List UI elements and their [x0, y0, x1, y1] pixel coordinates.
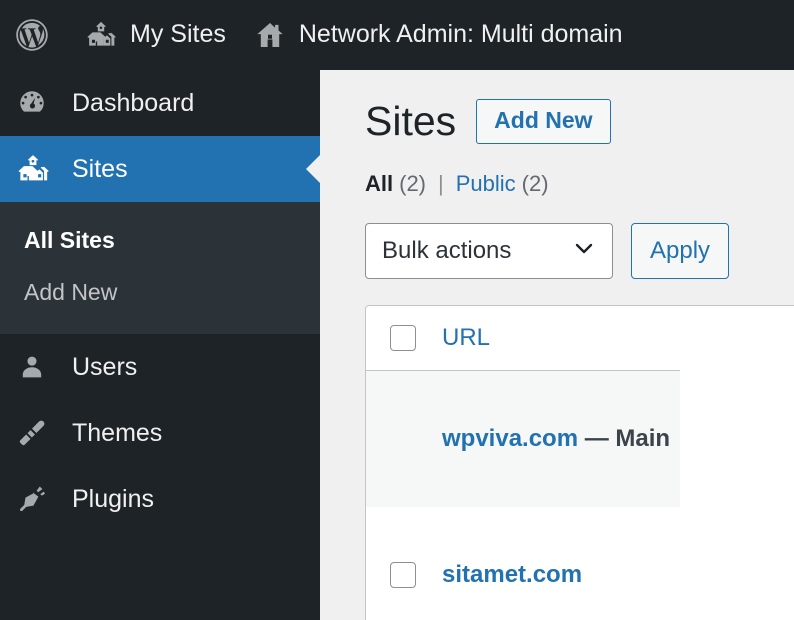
themes-brush-icon — [16, 417, 60, 449]
table-row: wpviva.com — Main — [366, 371, 681, 508]
row-checkbox[interactable] — [390, 562, 416, 589]
filter-public-link[interactable]: Public — [456, 171, 516, 197]
sidebar-item-dashboard[interactable]: Dashboard — [0, 70, 320, 136]
bulk-actions-select[interactable]: Bulk actions — [365, 223, 613, 280]
table-navigation: Bulk actions Apply — [365, 223, 794, 280]
table-header-row: URL — [366, 306, 681, 372]
sidebar-item-sites[interactable]: Sites — [0, 136, 320, 202]
sidebar-item-themes[interactable]: Themes — [0, 400, 320, 466]
main-content: Sites Add New All (2) | Public (2) Bulk … — [320, 70, 794, 620]
filter-links: All (2) | Public (2) — [365, 171, 794, 197]
wordpress-logo-button[interactable] — [0, 0, 71, 70]
bulk-actions-value: Bulk actions — [382, 237, 512, 265]
row-checkbox-cell — [366, 371, 442, 508]
network-admin-label: Network Admin: Multi domain — [298, 19, 623, 48]
filter-separator: | — [438, 171, 444, 197]
column-header-url-cell: URL — [442, 306, 681, 372]
submenu-item-all-sites[interactable]: All Sites — [0, 214, 320, 266]
filter-all-count: (2) — [399, 171, 427, 197]
filter-all-link[interactable]: All — [365, 171, 393, 197]
sidebar-item-label: Dashboard — [72, 88, 195, 117]
site-note: — Main — [584, 425, 671, 453]
home-icon — [254, 19, 286, 51]
dashboard-gauge-icon — [16, 87, 60, 119]
select-all-checkbox[interactable] — [390, 325, 416, 352]
filter-public-count: (2) — [521, 171, 549, 197]
select-all-checkbox-cell — [366, 306, 442, 372]
sites-table: URL wpviva.com — Main sitamet.com — [365, 305, 794, 620]
chevron-down-icon — [572, 236, 596, 267]
column-header-url[interactable]: URL — [442, 324, 490, 351]
plugins-plug-icon — [16, 483, 60, 515]
sidebar-item-label: Plugins — [72, 484, 154, 513]
sites-submenu: All Sites Add New — [0, 202, 320, 335]
site-url-link[interactable]: wpviva.com — [442, 425, 578, 452]
row-checkbox-cell — [366, 507, 442, 620]
page-header: Sites Add New — [320, 70, 794, 145]
users-icon — [16, 351, 60, 383]
row-url-cell: sitamet.com — [442, 507, 680, 620]
admin-bar: My Sites Network Admin: Multi domain — [0, 0, 794, 70]
sidebar-item-label: Sites — [72, 154, 128, 183]
my-sites-icon — [85, 19, 117, 51]
sidebar-item-plugins[interactable]: Plugins — [0, 466, 320, 532]
table-row: sitamet.com — [366, 507, 680, 620]
admin-sidebar: Dashboard Sites All Sites Add New Users — [0, 70, 320, 620]
submenu-item-add-new[interactable]: Add New — [0, 266, 320, 318]
sites-icon — [16, 152, 60, 186]
apply-button[interactable]: Apply — [631, 223, 730, 280]
page-title: Sites — [365, 98, 457, 144]
wordpress-logo-icon — [14, 17, 50, 53]
sidebar-item-label: Users — [72, 352, 138, 381]
sidebar-item-label: Themes — [72, 418, 163, 447]
my-sites-menu[interactable]: My Sites — [71, 0, 240, 70]
network-admin-menu[interactable]: Network Admin: Multi domain — [240, 0, 637, 70]
row-url-cell: wpviva.com — Main — [442, 371, 681, 508]
sidebar-item-users[interactable]: Users — [0, 334, 320, 400]
my-sites-label: My Sites — [130, 19, 226, 48]
add-new-button[interactable]: Add New — [476, 99, 611, 145]
site-url-link[interactable]: sitamet.com — [442, 561, 582, 588]
